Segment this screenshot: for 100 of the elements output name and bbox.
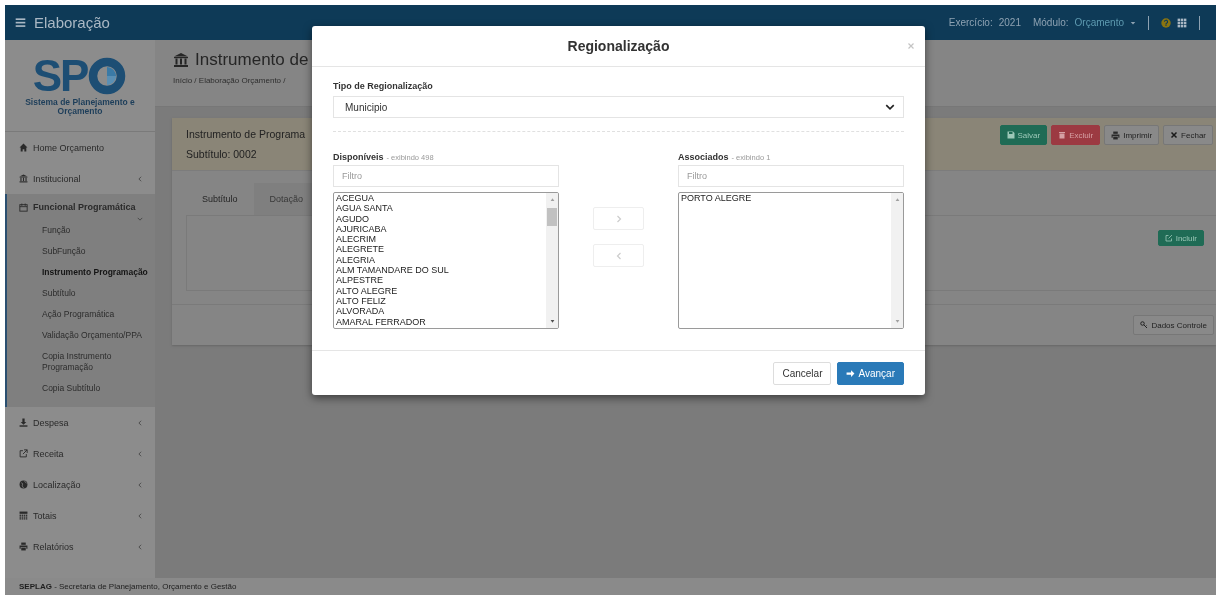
year-value: 2021	[998, 17, 1021, 28]
list-option[interactable]: AJURICABA	[336, 223, 544, 235]
grid-icon	[1177, 17, 1187, 28]
chevron-down-icon	[137, 216, 143, 222]
card-heading: Instrumento de Programa	[186, 128, 306, 140]
chevron-left-icon	[614, 251, 623, 260]
list-option[interactable]: ALM TAMANDARE DO SUL	[336, 265, 544, 276]
list-title: Disponíveis	[333, 152, 384, 162]
app-title: Elaboração	[34, 14, 110, 31]
card-subtitle: Subtítulo: 0002	[186, 148, 258, 160]
edit-icon	[1164, 234, 1173, 242]
house-icon	[19, 143, 28, 152]
move-left-button[interactable]	[593, 244, 644, 267]
submenu-item[interactable]: SubFunção	[7, 241, 155, 262]
list-option[interactable]: PORTO ALEGRE	[681, 193, 889, 204]
list-option[interactable]: AMARAL FERRADOR	[336, 316, 544, 327]
chevron-left-icon	[137, 512, 143, 519]
printer-icon	[1111, 130, 1121, 140]
caret-icon	[1130, 19, 1136, 26]
scroll-up-icon	[893, 197, 901, 202]
submenu-item[interactable]: Instrumento Programação	[7, 262, 155, 283]
move-right-button[interactable]	[593, 207, 644, 230]
list-option[interactable]: AGUA SANTA	[336, 203, 544, 214]
footer-text: SEPLAG - Secretaria de Planejamento, Orçamento e Gestão	[19, 582, 237, 591]
breadcrumb: Início / Elaboração Orçamento /	[173, 76, 287, 85]
arrow-right-icon	[846, 368, 856, 378]
scroll-up-icon	[548, 197, 556, 202]
printer-icon	[19, 542, 28, 551]
action-button[interactable]: Imprimir	[1104, 125, 1160, 145]
menu-item[interactable]: Despesa	[5, 407, 155, 438]
calendar-icon	[19, 202, 28, 212]
logo-subtitle: Sistema de Planejamento e Orçamento	[25, 97, 135, 116]
globe-icon	[19, 480, 28, 489]
chevron-left-icon	[137, 419, 143, 426]
submenu-item[interactable]: Ação Programática	[7, 304, 155, 325]
logo-text: SP	[32, 55, 88, 96]
menu-icon	[15, 17, 26, 28]
module-label: Módulo:	[1032, 17, 1069, 28]
trash-icon	[1058, 131, 1067, 139]
chevron-left-icon	[137, 450, 143, 457]
submenu-item[interactable]: Função	[7, 220, 155, 241]
list-box[interactable]: PORTO ALEGRE	[678, 192, 904, 329]
scrollbar-thumb[interactable]	[547, 208, 557, 226]
list-option[interactable]: ALTO FELIZ	[336, 295, 544, 307]
download-icon	[19, 418, 28, 427]
menu-item[interactable]: Home Orçamento	[5, 132, 155, 163]
menu-item[interactable]: Receita	[5, 438, 155, 469]
close-icon	[1170, 131, 1179, 139]
chevron-left-icon	[137, 543, 143, 550]
list-box[interactable]: ACEGUA AGUA SANTA AGUDO AJURICABA ALECRIM ALEGRETE ALEGRIA ALM TAMANDARE DO SUL ALPESTRE ALTO ALEGRE ALTO FELIZ ALVORADA AMARAL FERRADOR	[333, 192, 559, 329]
filter-field[interactable]: Filtro	[333, 165, 559, 187]
submenu-item[interactable]: Subtítulo	[7, 283, 155, 304]
menu-item[interactable]: Totais	[5, 500, 155, 531]
help-icon	[1161, 17, 1171, 28]
control-data-button[interactable]: Dados Controle	[1133, 315, 1214, 335]
page-title: Instrumento de	[195, 50, 309, 70]
submenu-item[interactable]: Validação Orçamento/PPA	[7, 325, 155, 346]
chevron-left-icon	[137, 481, 143, 488]
bank-icon	[19, 174, 28, 183]
list-option[interactable]: ALVORADA	[336, 306, 544, 317]
year-label: Exercício:	[948, 17, 993, 28]
menu-item[interactable]: Relatórios	[5, 531, 155, 562]
module-dropdown[interactable]: Orçamento	[1074, 17, 1124, 28]
cancel-button[interactable]: Cancelar	[773, 361, 832, 385]
chevron-down-icon	[885, 102, 895, 112]
key-icon	[1140, 321, 1149, 329]
list-option[interactable]: ALEGRIA	[336, 254, 544, 266]
modal-title: Regionalização	[567, 38, 670, 54]
save-icon	[1006, 131, 1015, 139]
list-option[interactable]: ALEGRETE	[336, 244, 544, 255]
submenu-item[interactable]: Copia Instrumento Programação	[7, 346, 155, 378]
external-link-icon	[19, 449, 28, 458]
list-option[interactable]: ACEGUA	[336, 193, 544, 204]
chevron-right-icon	[614, 214, 623, 223]
submenu-item[interactable]: Copia Subtítulo	[7, 378, 155, 399]
include-button[interactable]: Incluir	[1157, 230, 1204, 246]
menu-item[interactable]: Localização	[5, 469, 155, 500]
action-button[interactable]: Fechar	[1163, 125, 1213, 145]
menu-item[interactable]: Institucional	[5, 163, 155, 194]
list-title: Associados	[678, 152, 729, 162]
scrollbar[interactable]	[546, 193, 558, 328]
menu-item[interactable]: Funcional Programática	[7, 194, 155, 220]
action-button[interactable]: Salvar	[999, 125, 1048, 145]
chevron-left-icon	[137, 175, 143, 182]
pie-chart-icon	[87, 55, 128, 96]
scroll-down-icon	[893, 319, 901, 324]
action-button[interactable]: Excluir	[1051, 125, 1101, 145]
scroll-down-icon	[548, 319, 556, 324]
field-label: Tipo de Regionalização	[333, 81, 434, 91]
list-option[interactable]: ALPESTRE	[336, 275, 544, 286]
scrollbar[interactable]	[891, 193, 903, 328]
list-option[interactable]: ALECRIM	[336, 234, 544, 245]
calculator-icon	[19, 511, 28, 520]
advance-button[interactable]: Avançar	[837, 361, 904, 385]
list-option[interactable]: AGUDO	[336, 213, 544, 224]
bank-icon	[173, 52, 189, 68]
filter-field[interactable]: Filtro	[678, 165, 904, 187]
close-icon	[907, 42, 915, 50]
type-select[interactable]: Municipio	[333, 96, 904, 118]
list-option[interactable]: ALTO ALEGRE	[336, 285, 544, 296]
